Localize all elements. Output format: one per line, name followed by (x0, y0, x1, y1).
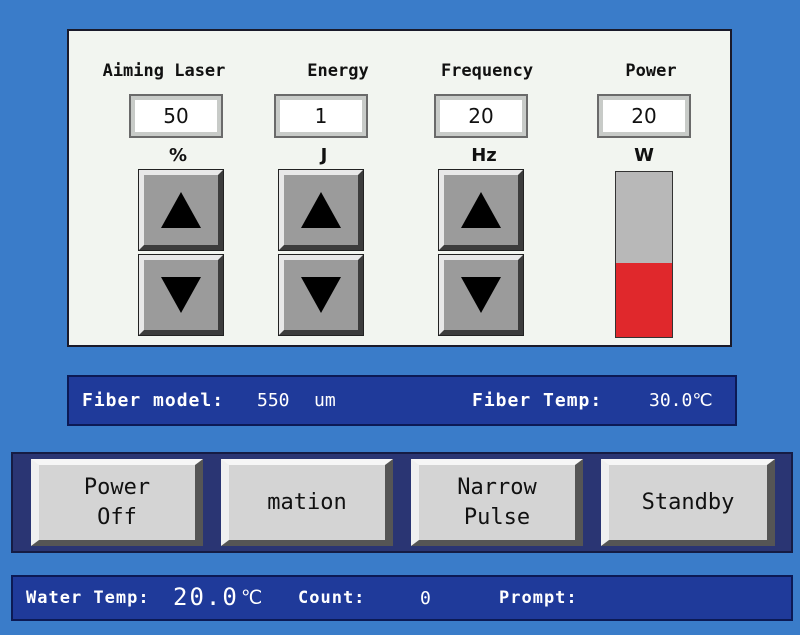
mation-button[interactable]: mation (221, 459, 393, 546)
status-bar: Water Temp: 20.0 ℃ Count: 0 Prompt: (11, 575, 793, 621)
power-value: 20 (603, 100, 685, 132)
aiming-laser-title: Aiming Laser (102, 61, 226, 81)
prompt-label: Prompt: (499, 588, 578, 608)
energy-value: 1 (280, 100, 362, 132)
energy-title: Energy (307, 61, 369, 81)
triangle-down-icon (301, 277, 341, 313)
aiming-laser-down-button[interactable] (138, 254, 224, 336)
fiber-temp-value: 30.0℃ (649, 390, 713, 411)
aiming-laser-value: 50 (135, 100, 217, 132)
power-title: Power (625, 61, 677, 81)
narrow-pulse-button[interactable]: Narrow Pulse (411, 459, 583, 546)
frequency-title: Frequency (440, 61, 534, 81)
power-level-fill (616, 262, 672, 337)
mode-button-panel: Power Off mation Narrow Pulse Standby (11, 452, 793, 553)
water-temp-label: Water Temp: (26, 588, 150, 608)
frequency-unit: Hz (471, 145, 497, 166)
control-panel: Aiming Laser 50 % Energy 1 J Frequency 2… (67, 29, 732, 347)
water-temp-value: 20.0 (173, 583, 239, 611)
power-unit: W (634, 145, 654, 166)
triangle-up-icon (161, 192, 201, 228)
frequency-up-button[interactable] (438, 169, 524, 251)
triangle-down-icon (161, 277, 201, 313)
count-label: Count: (298, 588, 366, 608)
energy-unit: J (320, 145, 328, 166)
fiber-model-value: 550 (257, 390, 290, 411)
triangle-up-icon (301, 192, 341, 228)
fiber-temp-label: Fiber Temp: (472, 390, 603, 411)
fiber-model-unit: um (314, 390, 336, 411)
fiber-model-label: Fiber model: (82, 390, 225, 411)
aiming-laser-unit: % (168, 145, 188, 166)
triangle-up-icon (461, 192, 501, 228)
aiming-laser-value-box[interactable]: 50 (129, 94, 223, 138)
triangle-down-icon (461, 277, 501, 313)
energy-down-button[interactable] (278, 254, 364, 336)
standby-button[interactable]: Standby (601, 459, 775, 546)
power-value-box[interactable]: 20 (597, 94, 691, 138)
fiber-info-bar: Fiber model: 550 um Fiber Temp: 30.0℃ (67, 375, 737, 426)
energy-up-button[interactable] (278, 169, 364, 251)
aiming-laser-up-button[interactable] (138, 169, 224, 251)
water-temp-unit: ℃ (241, 587, 263, 609)
frequency-down-button[interactable] (438, 254, 524, 336)
frequency-value-box[interactable]: 20 (434, 94, 528, 138)
energy-value-box[interactable]: 1 (274, 94, 368, 138)
power-level-bar (615, 171, 673, 338)
frequency-value: 20 (440, 100, 522, 132)
power-off-button[interactable]: Power Off (31, 459, 203, 546)
count-value: 0 (420, 588, 431, 609)
